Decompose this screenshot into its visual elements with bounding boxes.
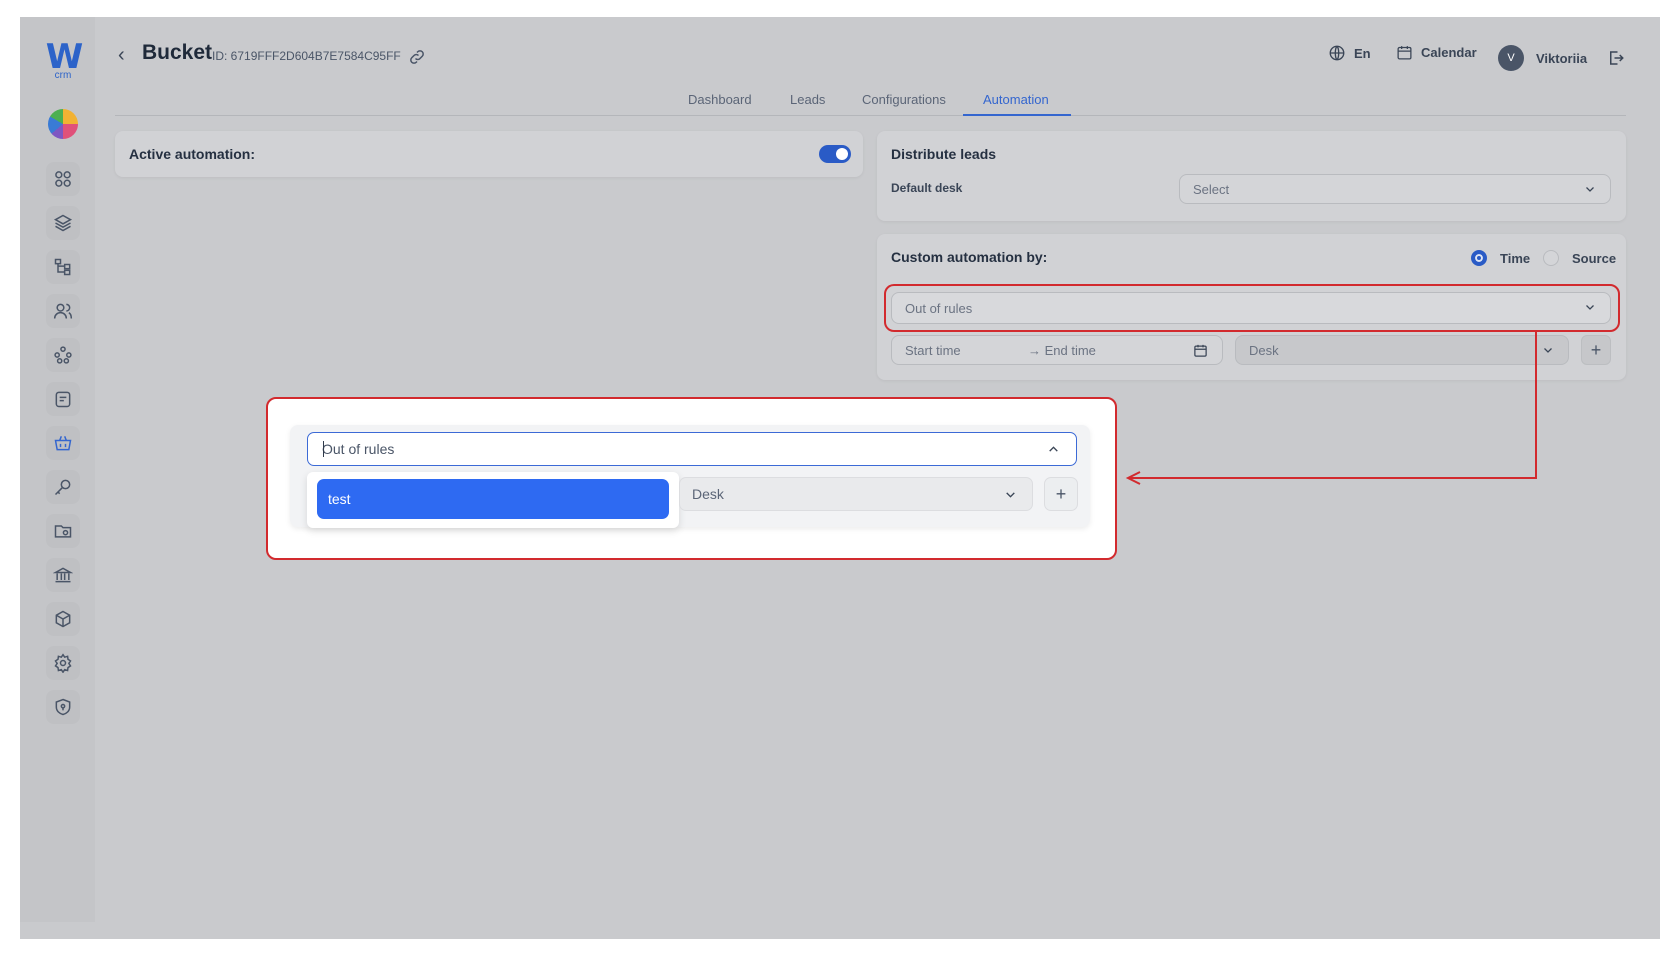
dropdown-option-test[interactable]: test <box>317 479 669 519</box>
rule-search-input[interactable]: Out of rules <box>307 432 1077 466</box>
chevron-down-icon <box>1006 492 1015 498</box>
text-caret <box>323 441 324 457</box>
zoom-desk-placeholder: Desk <box>692 486 724 502</box>
zoomed-dropdown-callout: Out of rules test Desk + <box>266 397 1117 560</box>
zoom-desk-select[interactable]: Desk <box>679 477 1033 511</box>
chevron-up-icon[interactable] <box>1047 443 1060 456</box>
rule-search-value: Out of rules <box>322 441 395 457</box>
zoom-add-button[interactable]: + <box>1044 477 1078 511</box>
